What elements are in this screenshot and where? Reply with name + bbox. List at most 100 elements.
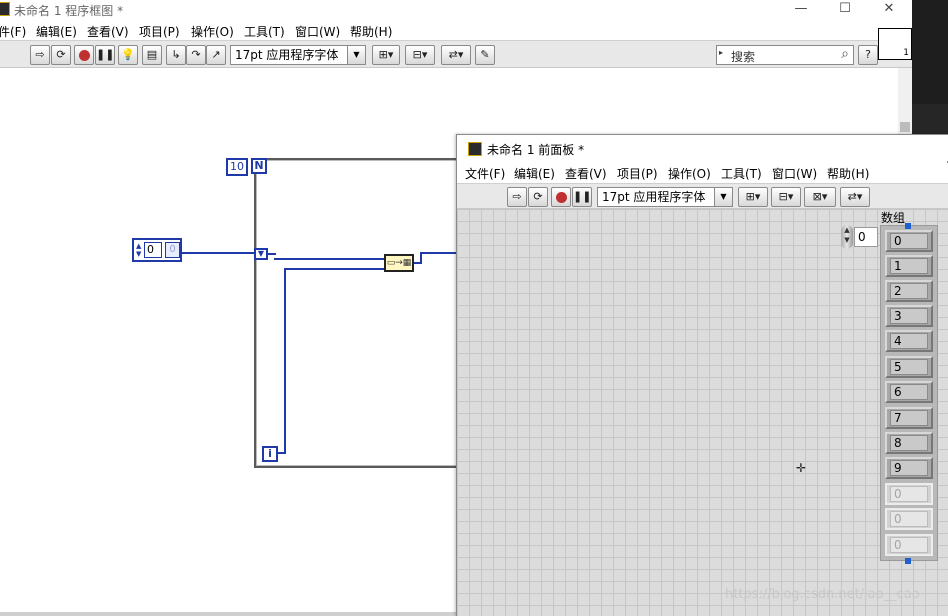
array-element-value[interactable]: 1 — [890, 258, 928, 274]
chevron-down-icon[interactable]: ▼ — [715, 187, 733, 207]
fp-menu-file[interactable]: 文件(F) — [465, 165, 505, 182]
distribute-objects-icon[interactable]: ⊟▾ — [405, 45, 435, 65]
fp-menu-tools[interactable]: 工具(T) — [721, 165, 762, 182]
fp-menu-edit[interactable]: 编辑(E) — [514, 165, 555, 182]
shift-register-icon[interactable]: ▼ — [254, 248, 268, 260]
help-button[interactable]: ? — [858, 45, 878, 65]
array-element-value[interactable]: 0 — [890, 486, 928, 502]
array-element[interactable]: 8 — [885, 432, 933, 454]
step-over-icon[interactable]: ↷ — [186, 45, 206, 65]
pause-icon[interactable]: ❚❚ — [572, 187, 592, 207]
resize-handle-bottom[interactable] — [905, 558, 911, 564]
array-element-value[interactable]: 3 — [890, 308, 928, 324]
array-element[interactable]: 5 — [885, 356, 933, 378]
run-continuously-icon[interactable]: ⟳ — [528, 187, 548, 207]
menu-edit[interactable]: 编辑(E) — [36, 23, 77, 40]
array-element[interactable]: 6 — [885, 381, 933, 403]
step-into-icon[interactable]: ↳ — [166, 45, 186, 65]
expand-arrow-icon[interactable]: ▸ — [719, 48, 723, 57]
fp-menu-view[interactable]: 查看(V) — [565, 165, 607, 182]
wire-array-in[interactable] — [182, 252, 254, 254]
align-objects-icon[interactable]: ⊞▾ — [738, 187, 768, 207]
search-icon[interactable]: ⌕ — [841, 46, 849, 62]
wire-out-horizontal[interactable] — [420, 252, 456, 254]
block-diagram-titlebar[interactable]: 未命名 1 程序框图 * — ☐ ✕ — [0, 0, 912, 22]
chevron-down-icon[interactable]: ▼ — [348, 45, 366, 65]
minimize-button[interactable]: — — [778, 0, 824, 22]
control-value[interactable]: 0 — [144, 242, 162, 258]
array-element[interactable]: 2 — [885, 280, 933, 302]
loop-count-constant[interactable]: 10 — [226, 158, 248, 176]
array-element[interactable]: 7 — [885, 407, 933, 429]
array-element-value[interactable]: 5 — [890, 359, 928, 375]
array-element[interactable]: 9 — [885, 457, 933, 479]
array-element[interactable]: 3 — [885, 305, 933, 327]
loop-count-terminal[interactable]: N — [251, 158, 267, 174]
pause-icon[interactable]: ❚❚ — [95, 45, 115, 65]
scrollbar-thumb[interactable] — [900, 122, 910, 132]
close-button[interactable]: ✕ — [866, 0, 912, 22]
menu-view[interactable]: 查看(V) — [87, 23, 129, 40]
run-arrow-icon[interactable]: ⇨ — [30, 45, 50, 65]
array-control-terminal[interactable]: ▲ ▼ 0 0 — [132, 238, 182, 262]
retain-wire-values-icon[interactable]: ▤ — [142, 45, 162, 65]
array-element-value[interactable]: 6 — [890, 384, 928, 400]
fp-menu-operate[interactable]: 操作(O) — [668, 165, 711, 182]
array-element-value[interactable]: 7 — [890, 410, 928, 426]
front-panel-window[interactable]: 未命名 1 前面板 * 文件(F) 编辑(E) 查看(V) 项目(P) 操作(O… — [456, 134, 948, 616]
array-element-value[interactable]: 8 — [890, 435, 928, 451]
array-element[interactable]: 4 — [885, 330, 933, 352]
clean-up-diagram-icon[interactable]: ✎ — [475, 45, 495, 65]
align-objects-icon[interactable]: ⊞▾ — [372, 45, 400, 65]
step-out-icon[interactable]: ↗ — [206, 45, 226, 65]
fp-font-select[interactable]: 17pt 应用程序字体 — [597, 187, 715, 207]
abort-icon[interactable] — [74, 45, 94, 65]
wire-index[interactable] — [284, 268, 384, 270]
wire-i-vertical[interactable] — [284, 268, 286, 454]
array-element[interactable]: 0 — [885, 230, 933, 252]
menu-tools[interactable]: 工具(T) — [244, 23, 285, 40]
array-element-value[interactable]: 4 — [890, 333, 928, 349]
wire-to-replace[interactable] — [274, 258, 384, 260]
search-input[interactable]: ▸ 搜索 ⌕ — [716, 45, 854, 65]
resize-handle-top[interactable] — [905, 223, 911, 229]
menu-project[interactable]: 项目(P) — [139, 23, 180, 40]
reorder-icon[interactable]: ⇄▾ — [840, 187, 870, 207]
fp-menu-help[interactable]: 帮助(H) — [827, 165, 869, 182]
distribute-objects-icon[interactable]: ⊟▾ — [771, 187, 801, 207]
font-select[interactable]: 17pt 应用程序字体 — [230, 45, 348, 65]
resize-objects-icon[interactable]: ⊠▾ — [804, 187, 836, 207]
array-element-value[interactable]: 0 — [890, 511, 928, 527]
array-element-value[interactable]: 2 — [890, 283, 928, 299]
array-element-empty[interactable]: 0 — [885, 508, 933, 530]
array-index-display[interactable]: ▲ ▼ 0 — [841, 225, 881, 249]
array-element-value[interactable]: 0 — [890, 537, 928, 553]
menu-window[interactable]: 窗口(W) — [295, 23, 340, 40]
menu-operate[interactable]: 操作(O) — [191, 23, 234, 40]
bottom-scrollbar[interactable] — [0, 612, 456, 616]
vi-icon-connector-pane[interactable]: 1 — [878, 28, 912, 60]
reorder-icon[interactable]: ⇄▾ — [441, 45, 471, 65]
fp-menu-window[interactable]: 窗口(W) — [772, 165, 817, 182]
array-index-value[interactable]: 0 — [854, 227, 878, 247]
array-element-value[interactable]: 0 — [890, 233, 928, 249]
abort-icon[interactable] — [551, 187, 571, 207]
menu-help[interactable]: 帮助(H) — [350, 23, 392, 40]
iteration-terminal[interactable]: i — [262, 446, 278, 462]
highlight-execution-icon[interactable]: 💡 — [118, 45, 138, 65]
array-element-empty[interactable]: 0 — [885, 534, 933, 556]
array-element[interactable]: 1 — [885, 255, 933, 277]
front-panel-titlebar[interactable]: 未命名 1 前面板 * — [457, 135, 948, 161]
run-continuously-icon[interactable]: ⟳ — [51, 45, 71, 65]
index-stepper-icon[interactable]: ▲ ▼ — [841, 225, 853, 249]
run-arrow-icon[interactable]: ⇨ — [507, 187, 527, 207]
replace-array-subset-icon[interactable]: ▭→▦ — [384, 254, 414, 272]
maximize-button[interactable]: ☐ — [822, 0, 868, 22]
front-panel-canvas[interactable] — [457, 209, 948, 616]
menu-file[interactable]: 件(F) — [0, 23, 26, 40]
fp-menu-project[interactable]: 项目(P) — [617, 165, 658, 182]
array-element-value[interactable]: 9 — [890, 460, 928, 476]
wire-shift-out[interactable] — [268, 253, 276, 255]
array-element-empty[interactable]: 0 — [885, 483, 933, 505]
wire-i-out[interactable] — [278, 452, 286, 454]
